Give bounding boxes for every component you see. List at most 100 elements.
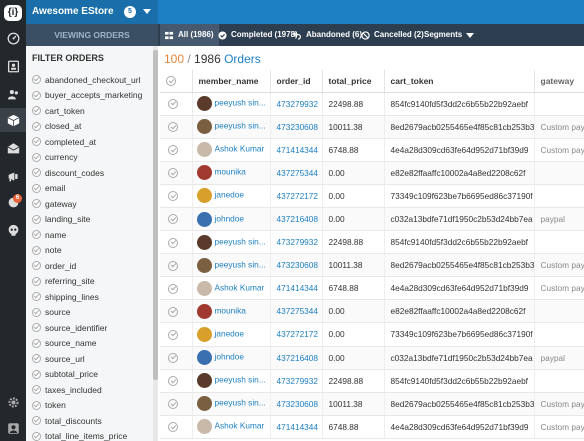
row-select-cell[interactable] (160, 369, 193, 393)
check-circle-icon[interactable] (32, 261, 41, 270)
check-circle-icon[interactable] (32, 245, 41, 255)
table-row[interactable]: mounika 437275344 0.00 e82e82ffaaffc10002a4… (160, 299, 584, 324)
row-checkbox[interactable] (168, 352, 178, 363)
order-id-cell[interactable]: 471414344 (270, 415, 323, 439)
filter-item[interactable]: discount_codes (32, 165, 104, 180)
row-select-cell[interactable] (160, 322, 193, 347)
order-id[interactable]: 473279932 (277, 376, 319, 386)
select-all-header[interactable] (160, 70, 193, 93)
check-circle-icon[interactable] (32, 90, 41, 100)
order-id-cell[interactable]: 471414344 (270, 276, 323, 301)
check-circle-icon[interactable] (32, 183, 41, 193)
filter-item[interactable]: abandoned_checkout_url (32, 72, 140, 87)
table-row[interactable]: janedoe 437272172 0.00 73349c109f623be7b669… (160, 322, 584, 347)
row-select-cell[interactable] (160, 207, 193, 232)
table-row[interactable]: peeyush sin... 473230608 10011.38 8ed2679ac… (160, 392, 584, 416)
member-name[interactable]: peeyush sin... (215, 121, 266, 131)
member-name[interactable]: peeyush sin... (215, 236, 266, 246)
check-circle-icon[interactable] (32, 369, 41, 379)
check-circle-icon[interactable] (32, 137, 41, 146)
store-switcher[interactable]: Awesome EStore 5 (26, 0, 158, 24)
member-name[interactable]: peeyush sin... (215, 259, 266, 269)
order-id-cell[interactable]: 437216408 (270, 346, 323, 370)
filter-item[interactable]: note (32, 243, 62, 258)
member-cell[interactable]: janedoe (192, 184, 271, 208)
table-row[interactable]: Ashok Kumar 471414344 6748.88 4e4a28d309cd6… (160, 138, 584, 162)
row-checkbox[interactable] (168, 168, 178, 179)
table-row[interactable]: peeyush sin... 473279932 22498.88 854fc9140… (160, 369, 584, 393)
filter-item[interactable]: order_id (32, 258, 76, 273)
column-header-order-id[interactable]: order_id (270, 70, 323, 93)
check-circle-icon[interactable] (32, 230, 41, 239)
row-checkbox[interactable] (168, 376, 178, 387)
filter-item[interactable]: total_line_items_price (32, 429, 127, 441)
order-id[interactable]: 473279932 (277, 237, 319, 247)
row-checkbox[interactable] (168, 260, 178, 271)
order-id-cell[interactable]: 473279932 (270, 92, 323, 116)
orders-box-icon[interactable] (0, 108, 26, 132)
row-select-cell[interactable] (160, 346, 193, 370)
order-id[interactable]: 473230608 (277, 399, 319, 409)
row-checkbox[interactable] (168, 306, 178, 317)
order-id[interactable]: 471414344 (277, 422, 319, 432)
app-logo-icon[interactable]: {i} (4, 5, 22, 21)
filter-item[interactable]: gateway (32, 196, 77, 211)
check-circle-icon[interactable] (32, 199, 41, 208)
check-circle-icon[interactable] (32, 292, 41, 301)
filter-item[interactable]: email (32, 181, 65, 196)
row-checkbox[interactable] (168, 237, 178, 248)
table-row[interactable]: Ashok Kumar 471414344 6748.88 4e4a28d309cd6… (160, 415, 584, 439)
filter-item[interactable]: shipping_lines (32, 289, 99, 304)
table-row[interactable]: peeyush sin... 473230608 10011.38 8ed2679ac… (160, 253, 584, 278)
order-id-cell[interactable]: 437272172 (270, 322, 323, 347)
check-circle-icon[interactable] (32, 214, 41, 224)
table-row[interactable]: Ashok Kumar 471414344 6748.88 4e4a28d309cd6… (160, 276, 584, 301)
users-icon[interactable] (0, 82, 26, 106)
member-cell[interactable]: peeyush sin... (192, 230, 271, 255)
table-row[interactable]: janedoe 437272172 0.00 73349c109f623be7b669… (160, 184, 584, 208)
table-row[interactable]: mounika 437275344 0.00 e82e82ffaaffc10002a4… (160, 161, 584, 185)
member-name[interactable]: peeyush sin... (215, 98, 266, 108)
filter-item[interactable]: subtotal_price (32, 367, 98, 382)
check-circle-icon[interactable] (32, 431, 41, 441)
row-checkbox[interactable] (168, 98, 178, 109)
member-cell[interactable]: peeyush sin... (192, 253, 271, 278)
row-select-cell[interactable] (160, 92, 193, 116)
user-profile-icon[interactable] (0, 416, 26, 440)
row-checkbox[interactable] (168, 122, 178, 133)
member-cell[interactable]: Ashok Kumar (192, 276, 271, 301)
table-row[interactable]: peeyush sin... 473230608 10011.38 8ed2679ac… (160, 115, 584, 139)
row-checkbox[interactable] (168, 191, 178, 202)
order-id-cell[interactable]: 473230608 (270, 115, 323, 139)
check-circle-icon[interactable] (32, 400, 41, 410)
row-checkbox[interactable] (168, 283, 178, 294)
check-circle-icon[interactable] (32, 385, 41, 394)
row-select-cell[interactable] (160, 276, 193, 301)
row-checkbox[interactable] (168, 214, 178, 225)
order-id-cell[interactable]: 471414344 (270, 138, 323, 162)
order-id[interactable]: 437272172 (277, 191, 319, 201)
filter-item[interactable]: taxes_included (32, 382, 102, 397)
megaphone-icon[interactable] (0, 164, 26, 188)
check-circle-icon[interactable] (32, 276, 41, 286)
member-name[interactable]: peeyush sin... (215, 375, 266, 385)
member-cell[interactable]: johndoe (192, 346, 271, 370)
filter-item[interactable]: name (32, 227, 66, 242)
member-cell[interactable]: Ashok Kumar (192, 138, 271, 162)
check-circle-icon[interactable] (32, 338, 41, 348)
row-select-cell[interactable] (160, 253, 193, 278)
tab-all[interactable]: All (1986) (160, 24, 219, 46)
order-id[interactable]: 437275344 (277, 306, 319, 316)
order-id-cell[interactable]: 437275344 (270, 161, 323, 185)
order-id-cell[interactable]: 473279932 (270, 230, 323, 255)
filter-item[interactable]: referring_site (32, 274, 95, 289)
filter-item[interactable]: buyer_accepts_marketing (32, 88, 142, 103)
tab-cancelled[interactable]: Cancelled (2) (356, 24, 429, 46)
filter-item[interactable]: source_name (32, 336, 97, 351)
member-name[interactable]: johndoe (215, 352, 245, 362)
skull-icon[interactable] (0, 218, 26, 242)
dashboard-icon[interactable] (0, 26, 26, 50)
row-select-cell[interactable] (160, 415, 193, 439)
order-id[interactable]: 471414344 (277, 145, 319, 155)
member-name[interactable]: Ashok Kumar (215, 282, 265, 292)
